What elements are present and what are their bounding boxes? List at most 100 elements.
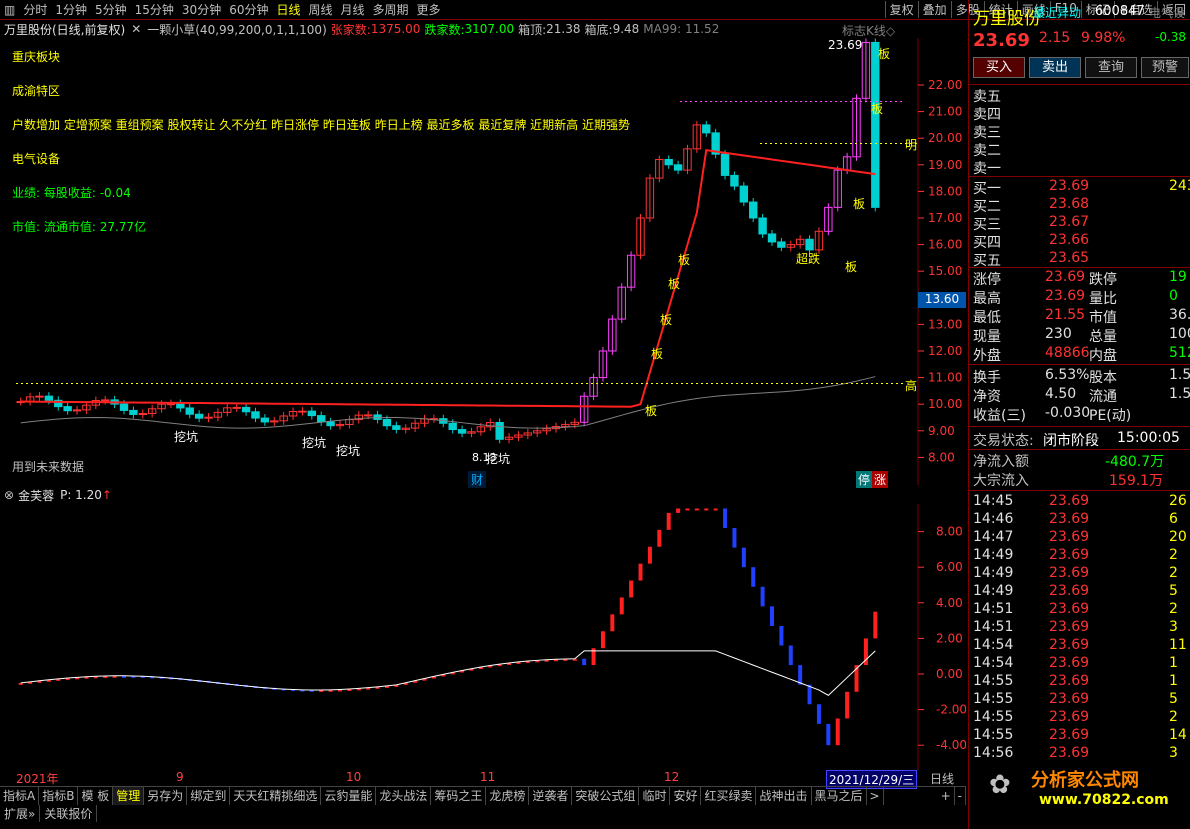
tab-indicator-6[interactable]: 天天红精挑细选 — [230, 786, 322, 805]
state-label: 交易状态: — [973, 433, 1034, 449]
alert-label[interactable]: 最近异动 — [1033, 4, 1081, 21]
tab-indicator-17[interactable]: 黑马之后 — [812, 786, 867, 805]
quote-row: 14:54 23.69 1 — [969, 655, 1190, 673]
tab-nav-2[interactable]: - — [955, 786, 966, 805]
tab-indicator-11[interactable]: 逆袭者 — [529, 786, 573, 805]
buy-button[interactable]: 买入 — [973, 57, 1025, 78]
tab-timeframe-3[interactable]: 15分钟 — [131, 1, 178, 18]
indicator-bar — [647, 546, 652, 564]
sell-button[interactable]: 卖出 — [1029, 57, 1081, 78]
tick-price: 23.69 — [1049, 673, 1090, 689]
stat2-value-b: 1.5 — [1169, 386, 1190, 402]
indicator-chart[interactable]: 8.00 6.00 4.00 2.00 0.00 -2.00 -4.00 — [0, 504, 966, 770]
candle-body — [63, 406, 72, 412]
tick-time: 14:55 — [973, 691, 1014, 707]
tick-time: 14:55 — [973, 709, 1014, 725]
quote-row: 最高 23.69 量比 0 — [969, 288, 1190, 307]
wakeng-label-2: 挖坑 — [302, 436, 327, 450]
indicator-bar — [751, 567, 756, 587]
wakeng-label-3: 挖坑 — [336, 444, 361, 458]
indicator-bar — [685, 508, 690, 511]
tab-timeframe-8[interactable]: 月线 — [337, 1, 369, 18]
tab-nav-0[interactable]: > — [867, 786, 884, 805]
formula-name[interactable]: 一颗小草(40,99,200,0,1,1,100) — [143, 21, 331, 38]
close-icon[interactable]: ✕ — [129, 22, 143, 36]
tab-timeframe-9[interactable]: 多周期 — [369, 1, 413, 18]
tick-time: 14:54 — [973, 637, 1014, 653]
price-axis-label: 12.00 — [928, 344, 962, 358]
tab-indicator-15[interactable]: 红买绿卖 — [701, 786, 757, 805]
grid-icon[interactable]: ▥ — [0, 3, 19, 17]
alert-button[interactable]: 预警 — [1141, 57, 1189, 78]
sector-change: -0.38 — [1155, 30, 1187, 44]
tick-time: 14:49 — [973, 547, 1014, 563]
collapse-icon[interactable]: ⊗ — [0, 488, 18, 502]
tab-timeframe-7[interactable]: 周线 — [305, 1, 337, 18]
tab-indicator-8[interactable]: 龙头战法 — [376, 786, 432, 805]
indicator-bar — [826, 723, 831, 746]
candle-body — [138, 413, 147, 416]
tab-indicator-3[interactable]: 管理 — [113, 786, 145, 805]
indicator-bar — [835, 718, 840, 746]
stat-label: 最低 — [973, 310, 1001, 326]
tab-indicator-12[interactable]: 突破公式组 — [572, 786, 640, 805]
tab-nav-1[interactable]: + — [938, 786, 955, 805]
tab-indicator-0[interactable]: 指标A — [0, 786, 40, 805]
tab-timeframe-6[interactable]: 日线 — [272, 1, 304, 18]
candle-body — [702, 124, 711, 134]
toolbar-button-0[interactable]: 复权 — [884, 1, 918, 18]
tab-indicator-4[interactable]: 另存为 — [144, 786, 188, 805]
candle-body — [749, 201, 758, 219]
indicator-name[interactable]: 金芙蓉 — [18, 487, 54, 504]
tab-timeframe-10[interactable]: 更多 — [413, 1, 445, 18]
related-quote-button[interactable]: 关联报价 — [40, 804, 98, 822]
logo-text: 分析家公式网 — [1031, 770, 1139, 791]
quote-row: 14:55 23.69 14 — [969, 727, 1190, 745]
chart-info-bar: 万里股份(日线,前复权) ✕ 一颗小草(40,99,200,0,1,1,100)… — [0, 20, 966, 38]
price-axis-label: 22.00 — [928, 78, 962, 92]
stat-value-b: 1007 — [1169, 326, 1190, 342]
tab-indicator-1[interactable]: 指标B — [39, 786, 79, 805]
tab-indicator-14[interactable]: 安好 — [670, 786, 702, 805]
indicator-param: P: 1.20 — [60, 488, 102, 502]
tab-timeframe-1[interactable]: 1分钟 — [51, 1, 91, 18]
tab-indicator-16[interactable]: 战神出击 — [756, 786, 812, 805]
tick-volume: 1 — [1169, 655, 1178, 671]
indicator-axis-label: 2.00 — [936, 631, 963, 645]
indicator-bar — [779, 625, 784, 646]
ask-label: 卖二 — [973, 143, 1001, 159]
candle-body — [241, 406, 251, 413]
stat2-label: 换手 — [973, 370, 1001, 386]
tab-timeframe-2[interactable]: 5分钟 — [91, 1, 131, 18]
query-button[interactable]: 查询 — [1085, 57, 1137, 78]
candle-body — [739, 185, 749, 203]
state-value: 闭市阶段 — [1043, 433, 1099, 449]
industry-text: 电气设备 — [12, 152, 61, 166]
stat2-label-b: 股本 — [1089, 370, 1117, 386]
tab-indicator-7[interactable]: 云豹量能 — [321, 786, 377, 805]
tab-indicator-9[interactable]: 筹码之王 — [431, 786, 487, 805]
tab-timeframe-5[interactable]: 60分钟 — [225, 1, 272, 18]
tab-indicator-2[interactable]: 模 板 — [78, 786, 114, 805]
quote-row: 换手 6.53% 股本 1.5 — [969, 367, 1190, 386]
tab-indicator-13[interactable]: 临时 — [639, 786, 671, 805]
quote-row: 14:55 23.69 5 — [969, 691, 1190, 709]
tab-timeframe-4[interactable]: 30分钟 — [178, 1, 225, 18]
wakeng-label-1: 挖坑 — [174, 430, 199, 444]
period-label[interactable]: 日线 — [930, 770, 954, 787]
indicator-bar — [666, 512, 671, 530]
toolbar-button-1[interactable]: 叠加 — [917, 1, 951, 18]
price-axis-label: 11.00 — [928, 371, 962, 385]
indicator-bars — [18, 508, 878, 746]
quote-row: 卖一 — [969, 158, 1190, 177]
candle-body — [251, 411, 260, 419]
indicator-white-line — [20, 650, 876, 696]
tab-indicator-5[interactable]: 绑定到 — [187, 786, 231, 805]
tick-price: 23.69 — [1049, 637, 1090, 653]
x-label-sep: 9 — [176, 770, 184, 784]
bid-price: 23.69 — [1049, 178, 1090, 194]
tab-indicator-10[interactable]: 龙虎榜 — [486, 786, 530, 805]
tab-timeframe-0[interactable]: 分时 — [19, 1, 51, 18]
tick-price: 23.69 — [1049, 547, 1090, 563]
expand-button[interactable]: 扩展» — [0, 804, 41, 822]
